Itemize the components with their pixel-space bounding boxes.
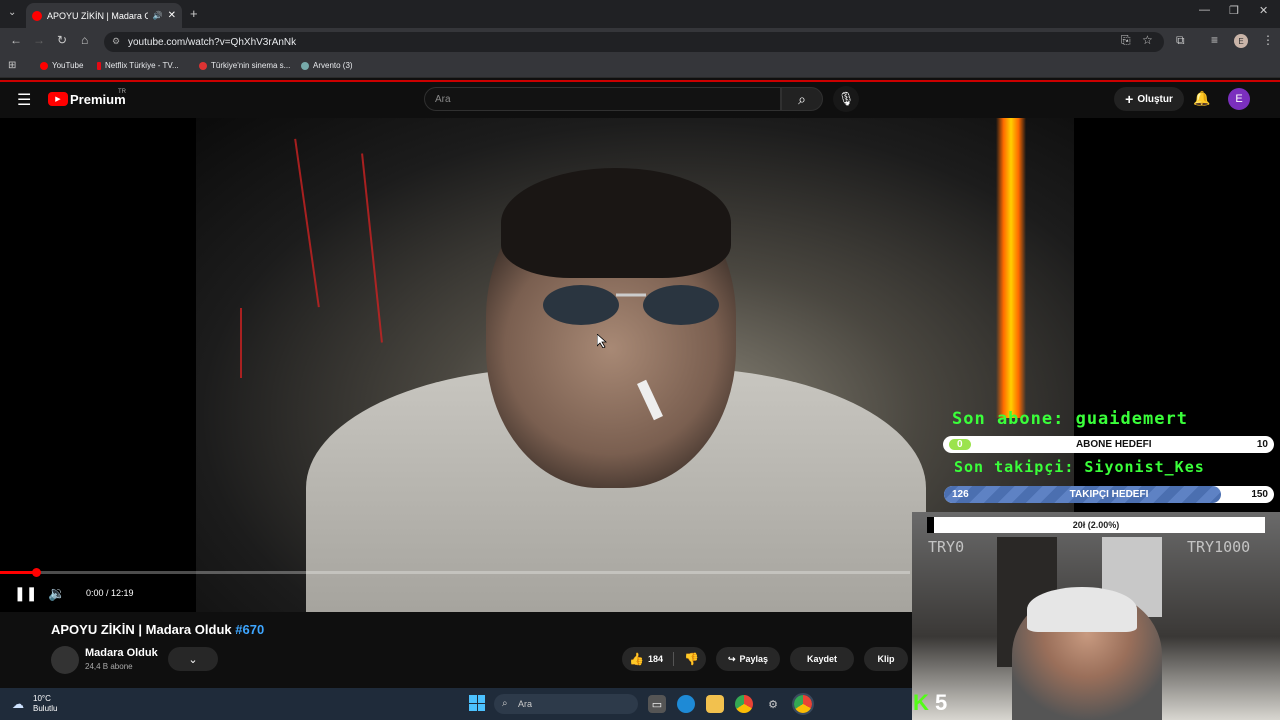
close-tab-icon[interactable]: ✕ — [168, 10, 176, 21]
browser-menu-icon[interactable]: ⋮ — [1262, 33, 1274, 47]
address-bar[interactable]: youtube.com/watch?v=QhXhV3rAnNk — [104, 32, 1164, 52]
sub-goal-current: 0 — [949, 439, 971, 450]
notifications-bell-icon[interactable]: 🔔 — [1193, 90, 1210, 107]
speaker-icon[interactable]: 🔊 — [153, 11, 163, 20]
chrome-active-icon[interactable] — [792, 693, 814, 715]
file-explorer-icon[interactable] — [706, 695, 724, 713]
install-app-icon[interactable]: ⎘ — [1121, 33, 1131, 48]
streamer-hair — [501, 168, 731, 278]
cloud-icon: ☁ — [12, 697, 24, 711]
follower-goal-bar: 126 TAKIPÇI HEDEFI 150 — [944, 486, 1274, 503]
follow-goal-label: TAKIPÇI HEDEFI — [1069, 489, 1149, 500]
tab-title: APOYU ZİKİN | Madara Old — [47, 10, 148, 21]
share-button[interactable]: ↪ Paylaş — [716, 647, 780, 671]
bookmarks-bar — [0, 56, 1280, 78]
new-tab-button[interactable]: + — [190, 6, 198, 21]
kick-logo-icon: K — [913, 690, 929, 715]
channel-expand-button[interactable]: ⌄ — [168, 647, 218, 671]
netflix-icon — [97, 61, 101, 70]
windows-start-icon[interactable] — [469, 695, 485, 711]
chrome-icon[interactable] — [735, 695, 753, 713]
bookmark-youtube[interactable]: YouTube — [40, 61, 83, 70]
youtube-icon — [40, 61, 48, 70]
site-info-icon[interactable]: ⚙ — [112, 36, 120, 47]
region-code: TR — [118, 89, 126, 95]
back-icon[interactable]: ← — [10, 33, 22, 47]
extensions-icon[interactable]: ⧉ — [1176, 33, 1185, 48]
last-subscriber-text: Son abone: guaidemert — [952, 409, 1188, 429]
account-avatar[interactable]: E — [1228, 88, 1250, 110]
minimize-window-icon[interactable]: — — [1199, 4, 1210, 16]
bookmark-cinema[interactable]: Türkiye'nin sinema s... — [199, 61, 290, 70]
microphone-icon: 🎙 — [837, 91, 855, 106]
share-icon: ↪ — [727, 653, 736, 664]
youtube-favicon-icon — [32, 10, 42, 21]
restore-window-icon[interactable]: ❐ — [1229, 4, 1239, 17]
like-dislike-group: 👍 184 👎 — [622, 647, 706, 671]
webcam-cap — [1027, 587, 1137, 632]
follow-goal-current: 126 — [952, 489, 969, 500]
close-window-icon[interactable]: ✕ — [1259, 4, 1268, 17]
search-button[interactable]: ⌕ — [781, 87, 823, 111]
reload-icon[interactable]: ↻ — [57, 33, 67, 47]
profile-avatar[interactable]: E — [1234, 34, 1248, 48]
chevron-down-icon: ⌄ — [188, 653, 198, 666]
voice-search-button[interactable]: 🎙 — [833, 86, 859, 112]
neon-light — [996, 118, 1026, 418]
cinema-icon — [199, 61, 207, 70]
volume-icon[interactable]: 🔉 — [48, 585, 65, 602]
bookmark-arvento[interactable]: Arvento (3) — [301, 61, 353, 70]
bookmark-star-icon[interactable]: ☆ — [1142, 33, 1153, 47]
channel-avatar[interactable] — [51, 646, 79, 674]
search-icon: ⌕ — [798, 90, 806, 107]
taskbar-search[interactable]: Ara — [494, 694, 638, 714]
browser-tab-active[interactable]: APOYU ZİKİN | Madara Old 🔊 ✕ — [26, 3, 182, 28]
progress-bar-fill — [0, 571, 37, 574]
menu-icon[interactable]: ☰ — [17, 90, 31, 110]
sub-goal-label: ABONE HEDEFI — [1075, 439, 1152, 450]
donation-min-label: TRY0 — [928, 538, 965, 556]
video-title: APOYU ZİKİN | Madara Olduk #670 — [51, 622, 265, 637]
create-button[interactable]: + Oluştur — [1114, 87, 1184, 111]
donation-max-label: TRY1000 — [1187, 538, 1251, 556]
edge-icon[interactable] — [677, 695, 695, 713]
channel-name[interactable]: Madara Olduk — [85, 647, 158, 659]
like-icon[interactable]: 👍 — [629, 652, 644, 666]
progress-bar[interactable] — [0, 571, 910, 574]
donation-bar: 20ł (2.00%) — [927, 517, 1265, 533]
forward-icon[interactable]: → — [33, 33, 45, 47]
like-count[interactable]: 184 — [648, 654, 663, 664]
tab-search-icon[interactable]: ⌄ — [8, 7, 16, 18]
media-control-icon[interactable]: ≡ — [1211, 33, 1218, 47]
apps-grid-icon[interactable]: ⊞ — [8, 60, 16, 71]
donation-bar-fill — [927, 517, 934, 533]
save-button[interactable]: Kaydet — [790, 647, 854, 671]
time-display: 0:00 / 12:19 — [86, 588, 134, 598]
url-text: youtube.com/watch?v=QhXhV3rAnNk — [128, 36, 297, 48]
video-hashtag[interactable]: #670 — [235, 622, 264, 637]
mouse-cursor-icon — [597, 334, 607, 348]
task-view-icon[interactable]: ▭ — [648, 695, 666, 713]
bookmark-netflix[interactable]: Netflix Türkiye - TV... — [97, 61, 179, 70]
kick-viewer-count: K 5 — [913, 690, 948, 715]
follow-goal-target: 150 — [1251, 489, 1268, 500]
subscriber-count: 24,4 B abone — [85, 662, 133, 671]
plus-icon: + — [1125, 91, 1134, 107]
youtube-logo-icon[interactable]: ▶ — [48, 92, 68, 106]
home-icon[interactable]: ⌂ — [81, 33, 88, 47]
sub-goal-target: 10 — [1256, 439, 1268, 450]
last-follower-text: Son takipçi: Siyonist_Kes — [954, 458, 1205, 476]
dislike-icon[interactable]: 👎 — [684, 652, 699, 666]
pause-icon[interactable]: ❚❚ — [14, 585, 37, 602]
weather-widget[interactable]: 10°C Bulutlu — [33, 694, 57, 714]
taskbar-search-icon: ⌕ — [502, 698, 508, 709]
search-input[interactable]: Ara — [424, 87, 781, 111]
clip-button[interactable]: Klip — [864, 647, 908, 671]
subscriber-goal-bar: 0 ABONE HEDEFI 10 — [943, 436, 1274, 453]
settings-gear-icon[interactable]: ⚙ — [764, 695, 782, 713]
arvento-icon — [301, 61, 309, 70]
sunglasses-icon — [543, 285, 719, 325]
